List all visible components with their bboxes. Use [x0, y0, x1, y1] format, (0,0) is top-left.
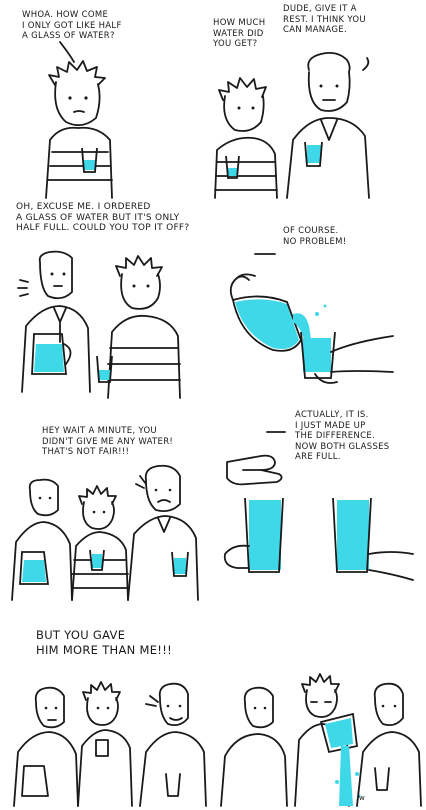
panel-3-drawing	[17, 250, 181, 399]
panel-3: OH, EXCUSE ME. I ORDERED A GLASS OF WATE…	[0, 202, 213, 404]
panel-8: w	[213, 606, 426, 808]
comic-page: WHOA. HOW COME I ONLY GOT LIKE HALF A GL…	[0, 0, 426, 810]
panel-1: WHOA. HOW COME I ONLY GOT LIKE HALF A GL…	[0, 0, 213, 202]
panel-1-drawing	[45, 41, 113, 199]
panel-8-drawing	[220, 673, 422, 807]
panel-5-drawing	[11, 464, 199, 601]
panel-7: BUT YOU GAVE HIM MORE THAN ME!!!	[0, 606, 213, 808]
panel-7-drawing	[13, 681, 207, 807]
panel-5: HEY WAIT A MINUTE, YOU DIDN'T GIVE ME AN…	[0, 404, 213, 606]
artist-signature: w	[359, 794, 365, 802]
panel-4-drawing	[229, 253, 394, 384]
panel-2: HOW MUCH WATER DID YOU GET? DUDE, GIVE I…	[213, 0, 426, 202]
panel-6-drawing	[223, 431, 414, 581]
panel-2-drawing	[214, 51, 370, 199]
panel-6: ACTUALLY, IT IS. I JUST MADE UP THE DIFF…	[213, 404, 426, 606]
panel-4: OF COURSE. NO PROBLEM!	[213, 202, 426, 404]
